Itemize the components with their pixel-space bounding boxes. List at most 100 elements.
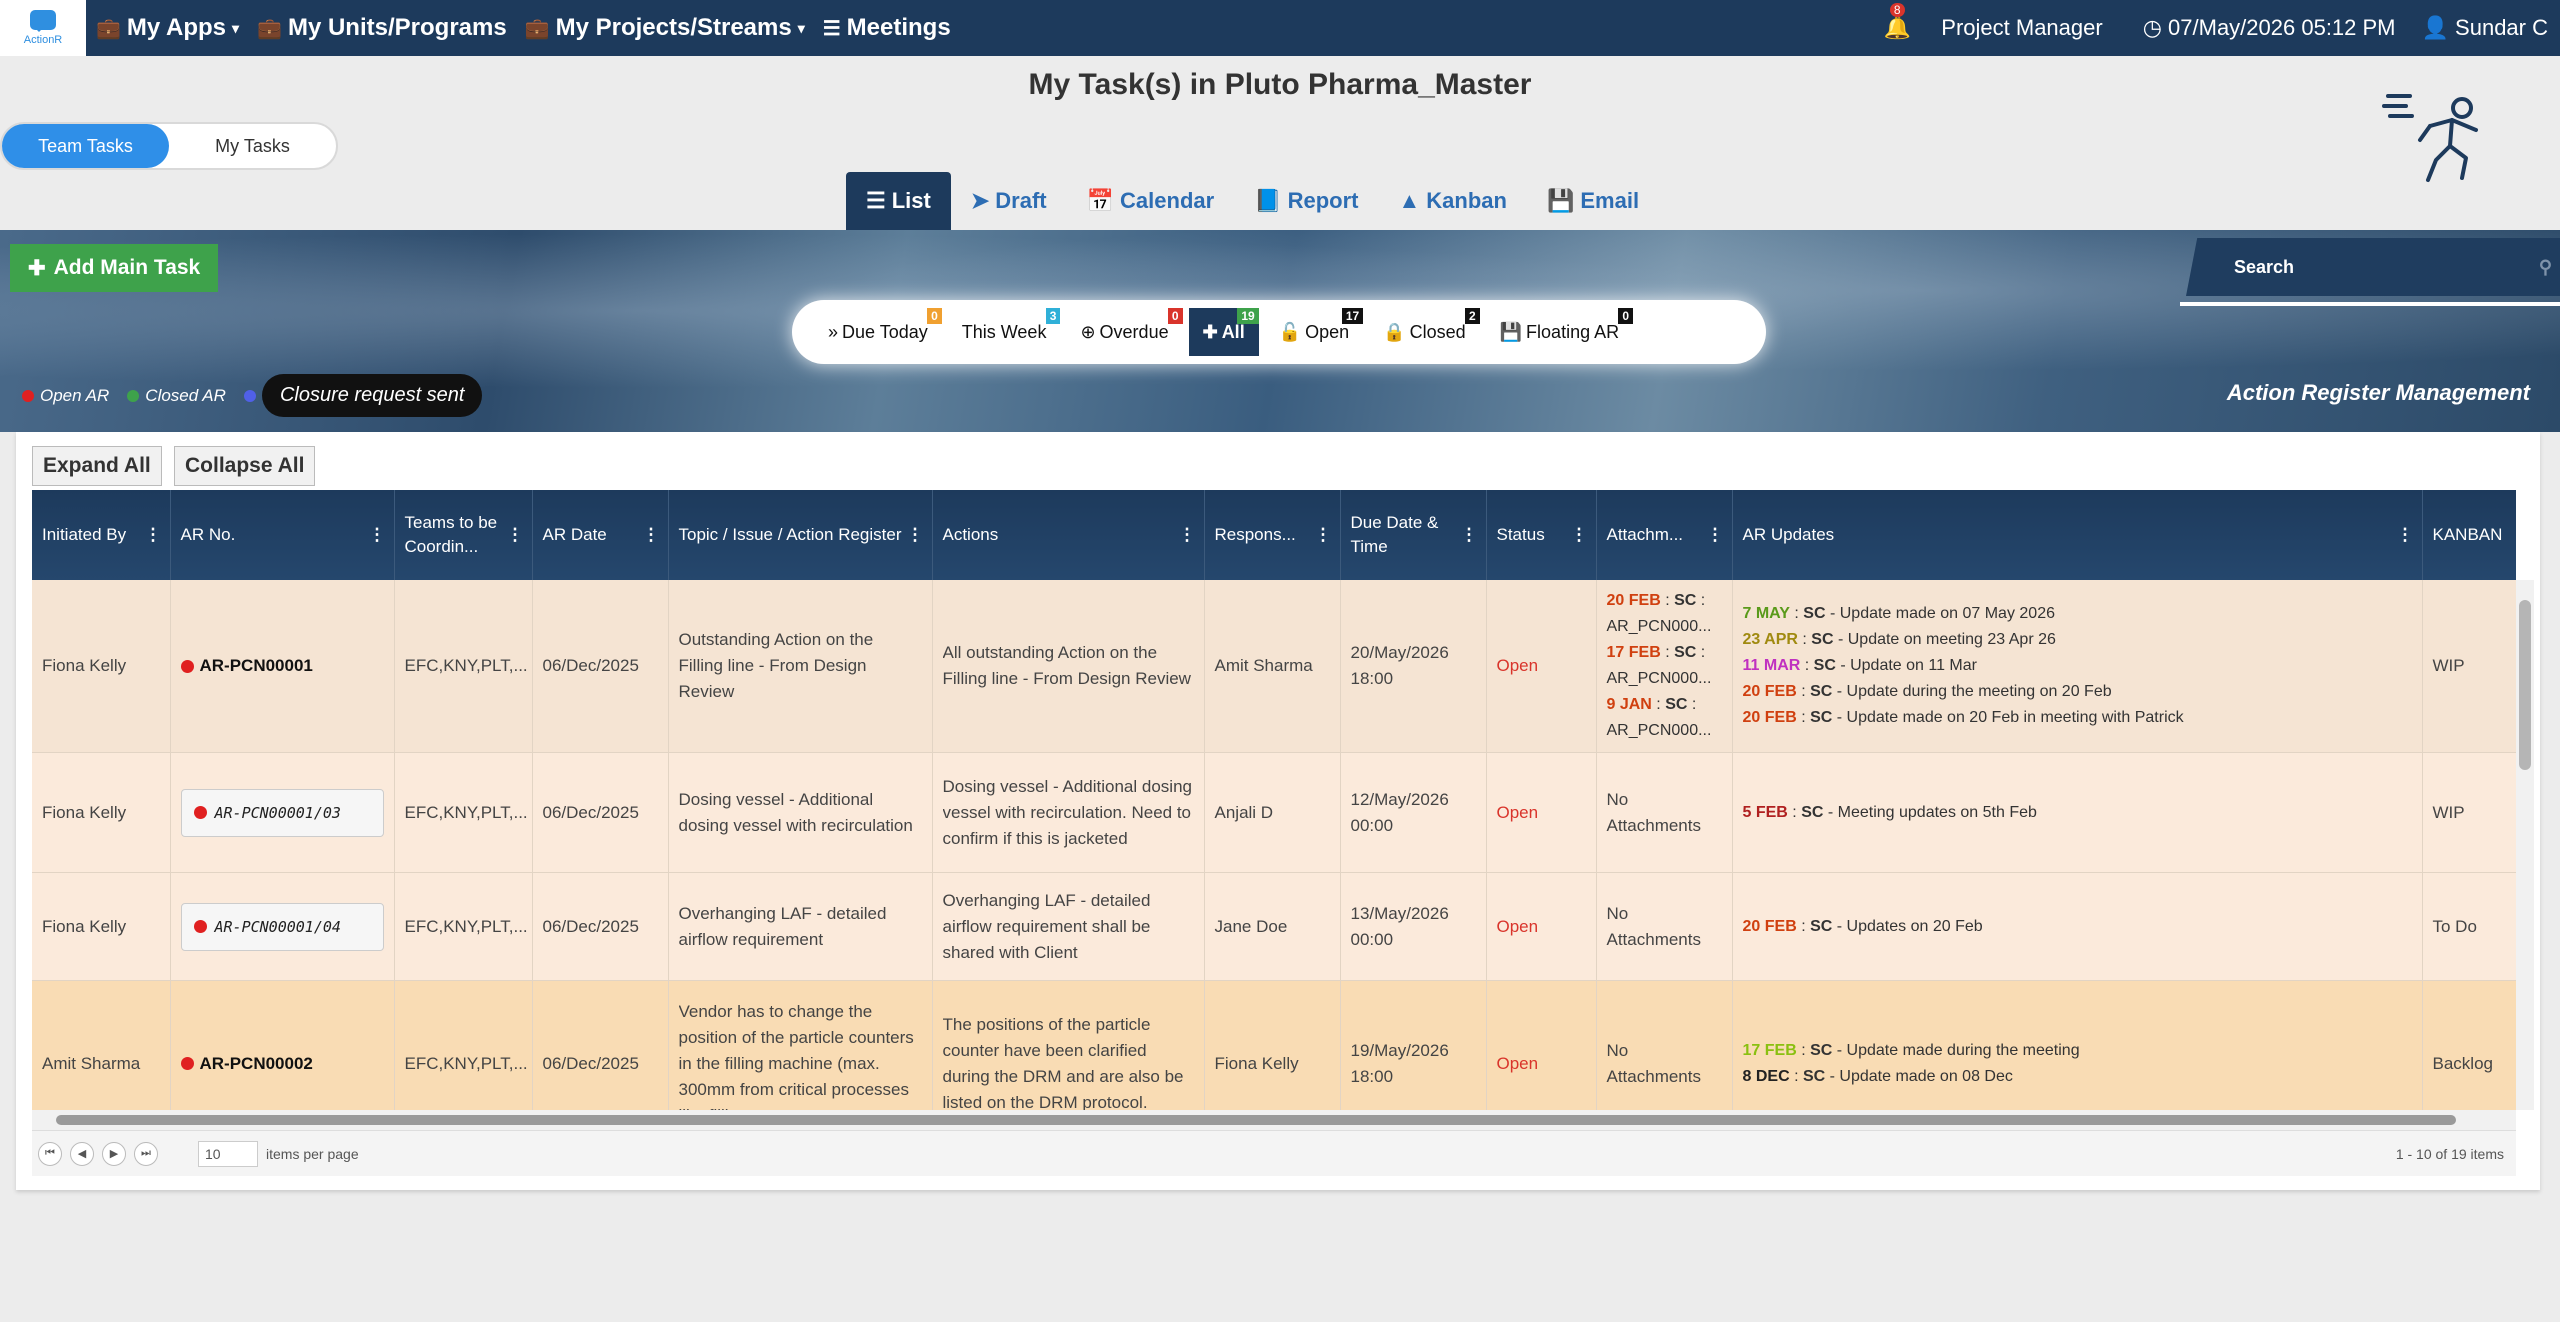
cell-ar-updates: 17 FEB : SC - Update made during the mee… xyxy=(1732,980,2423,1110)
column-header-label: Status xyxy=(1496,525,1545,544)
filter-open[interactable]: 🔓 Open 17 xyxy=(1265,308,1364,356)
ar-number-link[interactable]: AR-PCN00001 xyxy=(180,653,384,679)
legend-open: Open AR xyxy=(40,385,110,405)
scroll-thumb[interactable] xyxy=(56,1115,2456,1125)
filter-overdue[interactable]: ⊕ Overdue 0 xyxy=(1066,308,1183,356)
actions-text: Overhanging LAF - detailed airflow requi… xyxy=(942,890,1151,962)
scroll-thumb[interactable] xyxy=(2519,600,2531,770)
update-sep: : xyxy=(1789,1067,1803,1085)
cell-actions: Dosing vessel - Additional dosing vessel… xyxy=(932,752,1205,873)
column-menu-icon[interactable]: ⋮ xyxy=(369,523,386,547)
briefcase-icon: 💼 xyxy=(524,17,550,40)
column-header[interactable]: AR Date ⋮ xyxy=(532,490,669,580)
team-tasks-toggle[interactable]: Team Tasks xyxy=(2,124,169,168)
tab-kanban[interactable]: ▲ Kanban xyxy=(1379,172,1527,230)
attachment-file[interactable]: AR_PCN000... xyxy=(1607,614,1722,640)
nav-my-apps[interactable]: 💼 My Apps ▾ xyxy=(96,14,239,42)
update-text: - Update made on 08 Dec xyxy=(1825,1067,2013,1085)
update-item: 11 MAR : SC - Update on 11 Mar xyxy=(1743,653,2412,679)
column-menu-icon[interactable]: ⋮ xyxy=(1315,523,1332,547)
table-row[interactable]: Fiona Kelly AR-PCN00001/04 EFC,KNY,PLT,...… xyxy=(32,872,2516,981)
update-by: SC xyxy=(1811,631,1834,648)
tab-calendar[interactable]: 📅 Calendar xyxy=(1067,172,1235,230)
attachment-sep: : xyxy=(1651,696,1666,713)
column-menu-icon[interactable]: ⋮ xyxy=(1571,523,1588,547)
filter-all[interactable]: ✚ All 19 xyxy=(1188,308,1259,356)
user-menu[interactable]: 👤 Sundar C xyxy=(2422,15,2548,41)
nav-my-units-label: My Units/Programs xyxy=(287,14,507,41)
filter-count: 3 xyxy=(1045,308,1061,324)
column-header[interactable]: Respons... ⋮ xyxy=(1204,490,1341,580)
cell-ar-no: AR-PCN00002 xyxy=(170,980,395,1110)
column-header[interactable]: KANBAN xyxy=(2422,490,2516,580)
table-row[interactable]: Amit Sharma AR-PCN00002 EFC,KNY,PLT,... 06/… xyxy=(32,980,2516,1110)
column-menu-icon[interactable]: ⋮ xyxy=(907,523,924,547)
table-row[interactable]: Fiona Kelly AR-PCN00001/03 EFC,KNY,PLT,...… xyxy=(32,752,2516,873)
last-page-button[interactable]: ⏭ xyxy=(134,1141,158,1166)
column-header[interactable]: Initiated By ⋮ xyxy=(32,490,171,580)
filter-due-today[interactable]: » Due Today 0 xyxy=(814,308,942,356)
filter-floating-ar[interactable]: 💾 Floating AR 0 xyxy=(1486,308,1634,356)
notification-bell[interactable]: 🔔 8 xyxy=(1884,3,1911,41)
column-header[interactable]: Teams to be Coordin... ⋮ xyxy=(394,490,533,580)
column-menu-icon[interactable]: ⋮ xyxy=(507,523,524,547)
search-input[interactable]: Search ⚲ xyxy=(2186,238,2560,296)
column-header[interactable]: Status ⋮ xyxy=(1486,490,1597,580)
book-icon: 📘 xyxy=(1254,188,1282,213)
column-menu-icon[interactable]: ⋮ xyxy=(1179,523,1196,547)
ar-number-box[interactable]: AR-PCN00001/04 xyxy=(180,902,384,951)
column-header[interactable]: Topic / Issue / Action Register ⋮ xyxy=(668,490,933,580)
filter-banner: ✚ Add Main Task Search ⚲ » Due Today 0 This W… xyxy=(0,230,2560,432)
expand-all-button[interactable]: Expand All xyxy=(32,446,162,486)
table-row[interactable]: Fiona Kelly AR-PCN00001 EFC,KNY,PLT,... 06/… xyxy=(32,580,2516,753)
attachment-item[interactable]: 9 JAN : SC : xyxy=(1607,692,1722,718)
vertical-scrollbar[interactable] xyxy=(2516,580,2534,1110)
open-ar-dot xyxy=(22,389,34,402)
first-page-button[interactable]: ⏮ xyxy=(38,1141,62,1166)
column-menu-icon[interactable]: ⋮ xyxy=(643,523,660,547)
column-header[interactable]: AR No. ⋮ xyxy=(170,490,395,580)
next-page-button[interactable]: ▶ xyxy=(102,1141,126,1166)
app-logo[interactable]: ActionR xyxy=(0,0,86,56)
column-menu-icon[interactable]: ⋮ xyxy=(2397,523,2414,547)
prev-page-button[interactable]: ◀ xyxy=(70,1141,94,1166)
cell-attachments: No Attachments xyxy=(1596,872,1733,981)
attachment-date: 17 FEB xyxy=(1606,644,1661,661)
ar-number-link[interactable]: AR-PCN00002 xyxy=(180,1051,384,1077)
column-header[interactable]: Actions ⋮ xyxy=(932,490,1205,580)
column-header-label: Initiated By xyxy=(42,525,127,544)
add-main-task-button[interactable]: ✚ Add Main Task xyxy=(10,244,219,292)
attachment-file[interactable]: AR_PCN000... xyxy=(1607,666,1722,692)
column-menu-icon[interactable]: ⋮ xyxy=(145,523,162,547)
tab-report[interactable]: 📘 Report xyxy=(1234,172,1378,230)
nav-my-units[interactable]: 💼 My Units/Programs xyxy=(257,14,507,42)
nav-meetings[interactable]: ☰ Meetings xyxy=(823,14,951,42)
attachment-item[interactable]: 20 FEB : SC : xyxy=(1607,588,1722,614)
tab-email[interactable]: 💾 Email xyxy=(1527,172,1659,230)
attachment-file[interactable]: AR_PCN000... xyxy=(1607,718,1722,744)
update-item: 23 APR : SC - Update on meeting 23 Apr 2… xyxy=(1743,627,2412,653)
attachment-item[interactable]: 17 FEB : SC : xyxy=(1607,640,1722,666)
my-tasks-toggle[interactable]: My Tasks xyxy=(169,124,336,168)
filter-this-week[interactable]: This Week 3 xyxy=(948,308,1061,356)
update-sep: : xyxy=(1796,917,1811,935)
area-chart-icon: ▲ xyxy=(1398,188,1421,213)
tab-draft[interactable]: ➤ Draft xyxy=(951,172,1067,230)
column-menu-icon[interactable]: ⋮ xyxy=(1461,523,1478,547)
cell-attachments: No Attachments xyxy=(1596,752,1733,873)
filter-label: All xyxy=(1221,321,1245,342)
page-size-select[interactable]: 10 xyxy=(198,1140,258,1167)
filter-closed[interactable]: 🔒 Closed 2 xyxy=(1369,308,1480,356)
update-date: 5 FEB xyxy=(1742,803,1788,821)
column-header[interactable]: AR Updates ⋮ xyxy=(1732,490,2423,580)
ar-number-box[interactable]: AR-PCN00001/03 xyxy=(180,788,384,837)
nav-my-projects[interactable]: 💼 My Projects/Streams ▾ xyxy=(525,14,805,42)
user-role[interactable]: Project Manager xyxy=(1941,15,2102,41)
column-menu-icon[interactable]: ⋮ xyxy=(1707,523,1724,547)
tab-list[interactable]: ☰ List xyxy=(846,172,951,230)
horizontal-scrollbar[interactable] xyxy=(32,1110,2516,1130)
column-header[interactable]: Attachm... ⋮ xyxy=(1596,490,1733,580)
collapse-all-button[interactable]: Collapse All xyxy=(174,446,316,486)
update-by: SC xyxy=(1801,803,1824,821)
column-header[interactable]: Due Date & Time ⋮ xyxy=(1340,490,1487,580)
